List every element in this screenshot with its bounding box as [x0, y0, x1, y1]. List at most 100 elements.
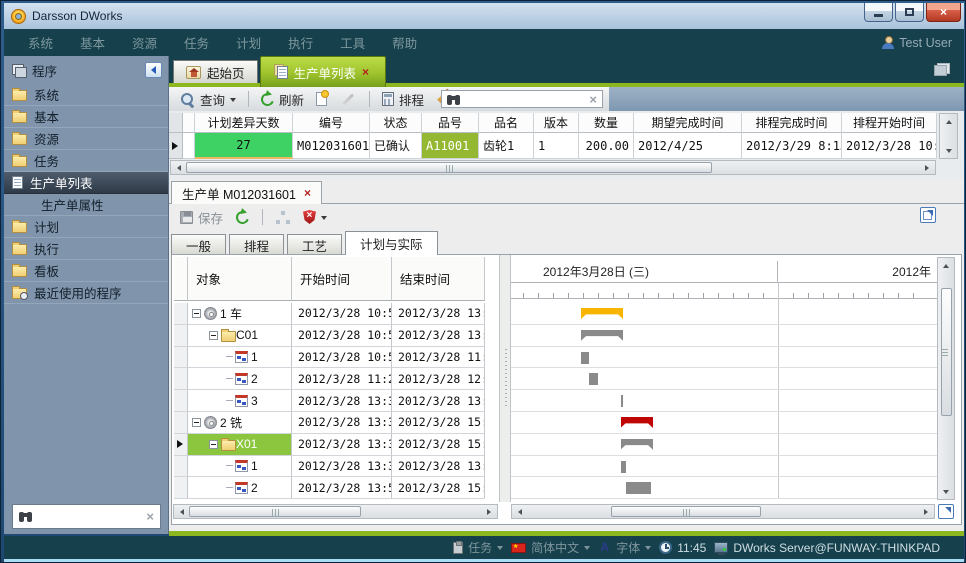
- schedule-button[interactable]: 排程: [379, 88, 427, 111]
- gantt-bar[interactable]: [621, 461, 626, 473]
- grid-cell[interactable]: M012031601: [293, 133, 370, 159]
- edit-button[interactable]: [336, 96, 360, 103]
- flow-button[interactable]: [273, 209, 293, 226]
- grid-cell[interactable]: [183, 133, 195, 159]
- column-header[interactable]: 计划差异天数: [195, 113, 293, 133]
- end-time-cell[interactable]: 2012/3/28 13:40: [392, 325, 485, 347]
- dropdown-icon[interactable]: [497, 546, 503, 553]
- row-marker[interactable]: [174, 434, 188, 456]
- expand-box-icon[interactable]: [192, 309, 201, 318]
- row-marker[interactable]: [174, 456, 188, 478]
- row-marker[interactable]: [174, 325, 188, 347]
- end-time-cell[interactable]: 2012/3/28 15:40: [392, 434, 485, 456]
- start-time-cell[interactable]: 2012/3/28 10:52: [292, 303, 392, 325]
- object-cell[interactable]: 2: [188, 477, 292, 499]
- start-time-cell[interactable]: 2012/3/28 11:22: [292, 368, 392, 390]
- query-button[interactable]: 查询: [177, 88, 239, 111]
- row-marker[interactable]: [174, 368, 188, 390]
- language-dropdown[interactable]: 简体中文: [511, 539, 590, 556]
- detail-tab[interactable]: 工艺: [287, 234, 342, 255]
- scroll-down-icon[interactable]: [940, 487, 953, 499]
- menu-item[interactable]: 任务: [184, 33, 209, 52]
- menu-item[interactable]: 计划: [236, 33, 261, 52]
- scroll-right-icon[interactable]: [921, 506, 934, 518]
- scroll-right-icon[interactable]: [922, 162, 935, 174]
- grid-cell[interactable]: 1: [534, 133, 579, 159]
- gantt-hscrollbar[interactable]: [511, 504, 935, 519]
- object-cell[interactable]: C01: [188, 325, 292, 347]
- end-time-cell[interactable]: 2012/3/28 13:40: [392, 390, 485, 412]
- gantt-bar[interactable]: [626, 482, 651, 494]
- end-time-cell[interactable]: 2012/3/28 11:22: [392, 347, 485, 369]
- menu-item[interactable]: 执行: [288, 33, 313, 52]
- table-hscrollbar[interactable]: [173, 504, 498, 519]
- font-dropdown[interactable]: A 字体: [598, 539, 651, 556]
- start-time-cell[interactable]: 2012/3/28 10:52: [292, 325, 392, 347]
- detail-tab[interactable]: 排程: [229, 234, 284, 255]
- grid-cell[interactable]: 已确认: [370, 133, 422, 159]
- clear-search-icon[interactable]: ×: [146, 510, 154, 523]
- gantt-bar[interactable]: [589, 373, 599, 385]
- window-list-icon[interactable]: [934, 63, 950, 76]
- grid-cell[interactable]: 2012/4/25: [634, 133, 742, 159]
- object-cell[interactable]: X01: [188, 434, 292, 456]
- table-column-header[interactable]: 开始时间: [292, 257, 392, 301]
- column-header[interactable]: 排程开始时间: [842, 113, 937, 133]
- scroll-left-icon[interactable]: [174, 506, 187, 518]
- gantt-popout-icon[interactable]: [938, 504, 954, 519]
- document-tab[interactable]: 生产单列表×: [260, 56, 387, 87]
- user-chip[interactable]: Test User: [882, 36, 952, 50]
- end-time-cell[interactable]: 2012/3/28 15:40: [392, 412, 485, 434]
- detail-refresh-button[interactable]: [233, 209, 252, 226]
- refresh-button[interactable]: 刷新: [258, 88, 307, 111]
- toolbar-search-input[interactable]: ×: [441, 90, 603, 108]
- menu-item[interactable]: 资源: [132, 33, 157, 52]
- object-cell[interactable]: 1 车: [188, 303, 292, 325]
- start-time-cell[interactable]: 2012/3/28 13:30: [292, 412, 392, 434]
- column-header[interactable]: 状态: [370, 113, 422, 133]
- row-marker[interactable]: [174, 390, 188, 412]
- end-time-cell[interactable]: 2012/3/28 13:40: [392, 303, 485, 325]
- grid-cell[interactable]: 齿轮1: [479, 133, 534, 159]
- object-cell[interactable]: 1: [188, 456, 292, 478]
- query-dropdown-icon[interactable]: [230, 98, 236, 105]
- sidebar-item[interactable]: 生产单列表: [4, 172, 168, 194]
- sidebar-search[interactable]: ×: [12, 504, 161, 529]
- start-time-cell[interactable]: 2012/3/28 10:52: [292, 347, 392, 369]
- grid-cell[interactable]: 200.00: [579, 133, 634, 159]
- column-header[interactable]: 排程完成时间: [742, 113, 842, 133]
- scroll-left-icon[interactable]: [171, 162, 184, 174]
- expand-box-icon[interactable]: [209, 331, 218, 340]
- menu-item[interactable]: 工具: [340, 33, 365, 52]
- end-time-cell[interactable]: 2012/3/28 13:50: [392, 456, 485, 478]
- column-header[interactable]: 品名: [479, 113, 534, 133]
- column-header[interactable]: 编号: [293, 113, 370, 133]
- expand-box-icon[interactable]: [192, 418, 201, 427]
- grid-cell[interactable]: 2012/3/28 10:52: [842, 133, 937, 159]
- sidebar-collapse-button[interactable]: [145, 62, 162, 78]
- dropdown-icon[interactable]: [584, 546, 590, 553]
- sidebar-item[interactable]: 执行: [4, 238, 168, 260]
- row-marker[interactable]: [174, 303, 188, 325]
- close-tab-icon[interactable]: ×: [304, 187, 311, 199]
- end-time-cell[interactable]: 2012/3/28 12:00: [392, 368, 485, 390]
- menu-item[interactable]: 帮助: [392, 33, 417, 52]
- column-header[interactable]: 数量: [579, 113, 634, 133]
- document-tab[interactable]: 起始页: [173, 60, 258, 83]
- expand-box-icon[interactable]: [209, 440, 218, 449]
- scroll-right-icon[interactable]: [484, 506, 497, 518]
- row-marker[interactable]: [174, 477, 188, 499]
- splitter[interactable]: [499, 255, 511, 502]
- row-marker[interactable]: [174, 347, 188, 369]
- menu-item[interactable]: 基本: [80, 33, 105, 52]
- sidebar-item[interactable]: 看板: [4, 260, 168, 282]
- table-column-header[interactable]: 对象: [188, 257, 292, 301]
- object-cell[interactable]: 2: [188, 368, 292, 390]
- sidebar-item[interactable]: 生产单属性: [4, 194, 168, 216]
- object-cell[interactable]: 1: [188, 347, 292, 369]
- close-tab-icon[interactable]: ×: [362, 66, 369, 78]
- sidebar-item[interactable]: 基本: [4, 106, 168, 128]
- dropdown-icon[interactable]: [321, 216, 327, 223]
- sidebar-item[interactable]: 任务: [4, 150, 168, 172]
- start-time-cell[interactable]: 2012/3/28 13:30: [292, 456, 392, 478]
